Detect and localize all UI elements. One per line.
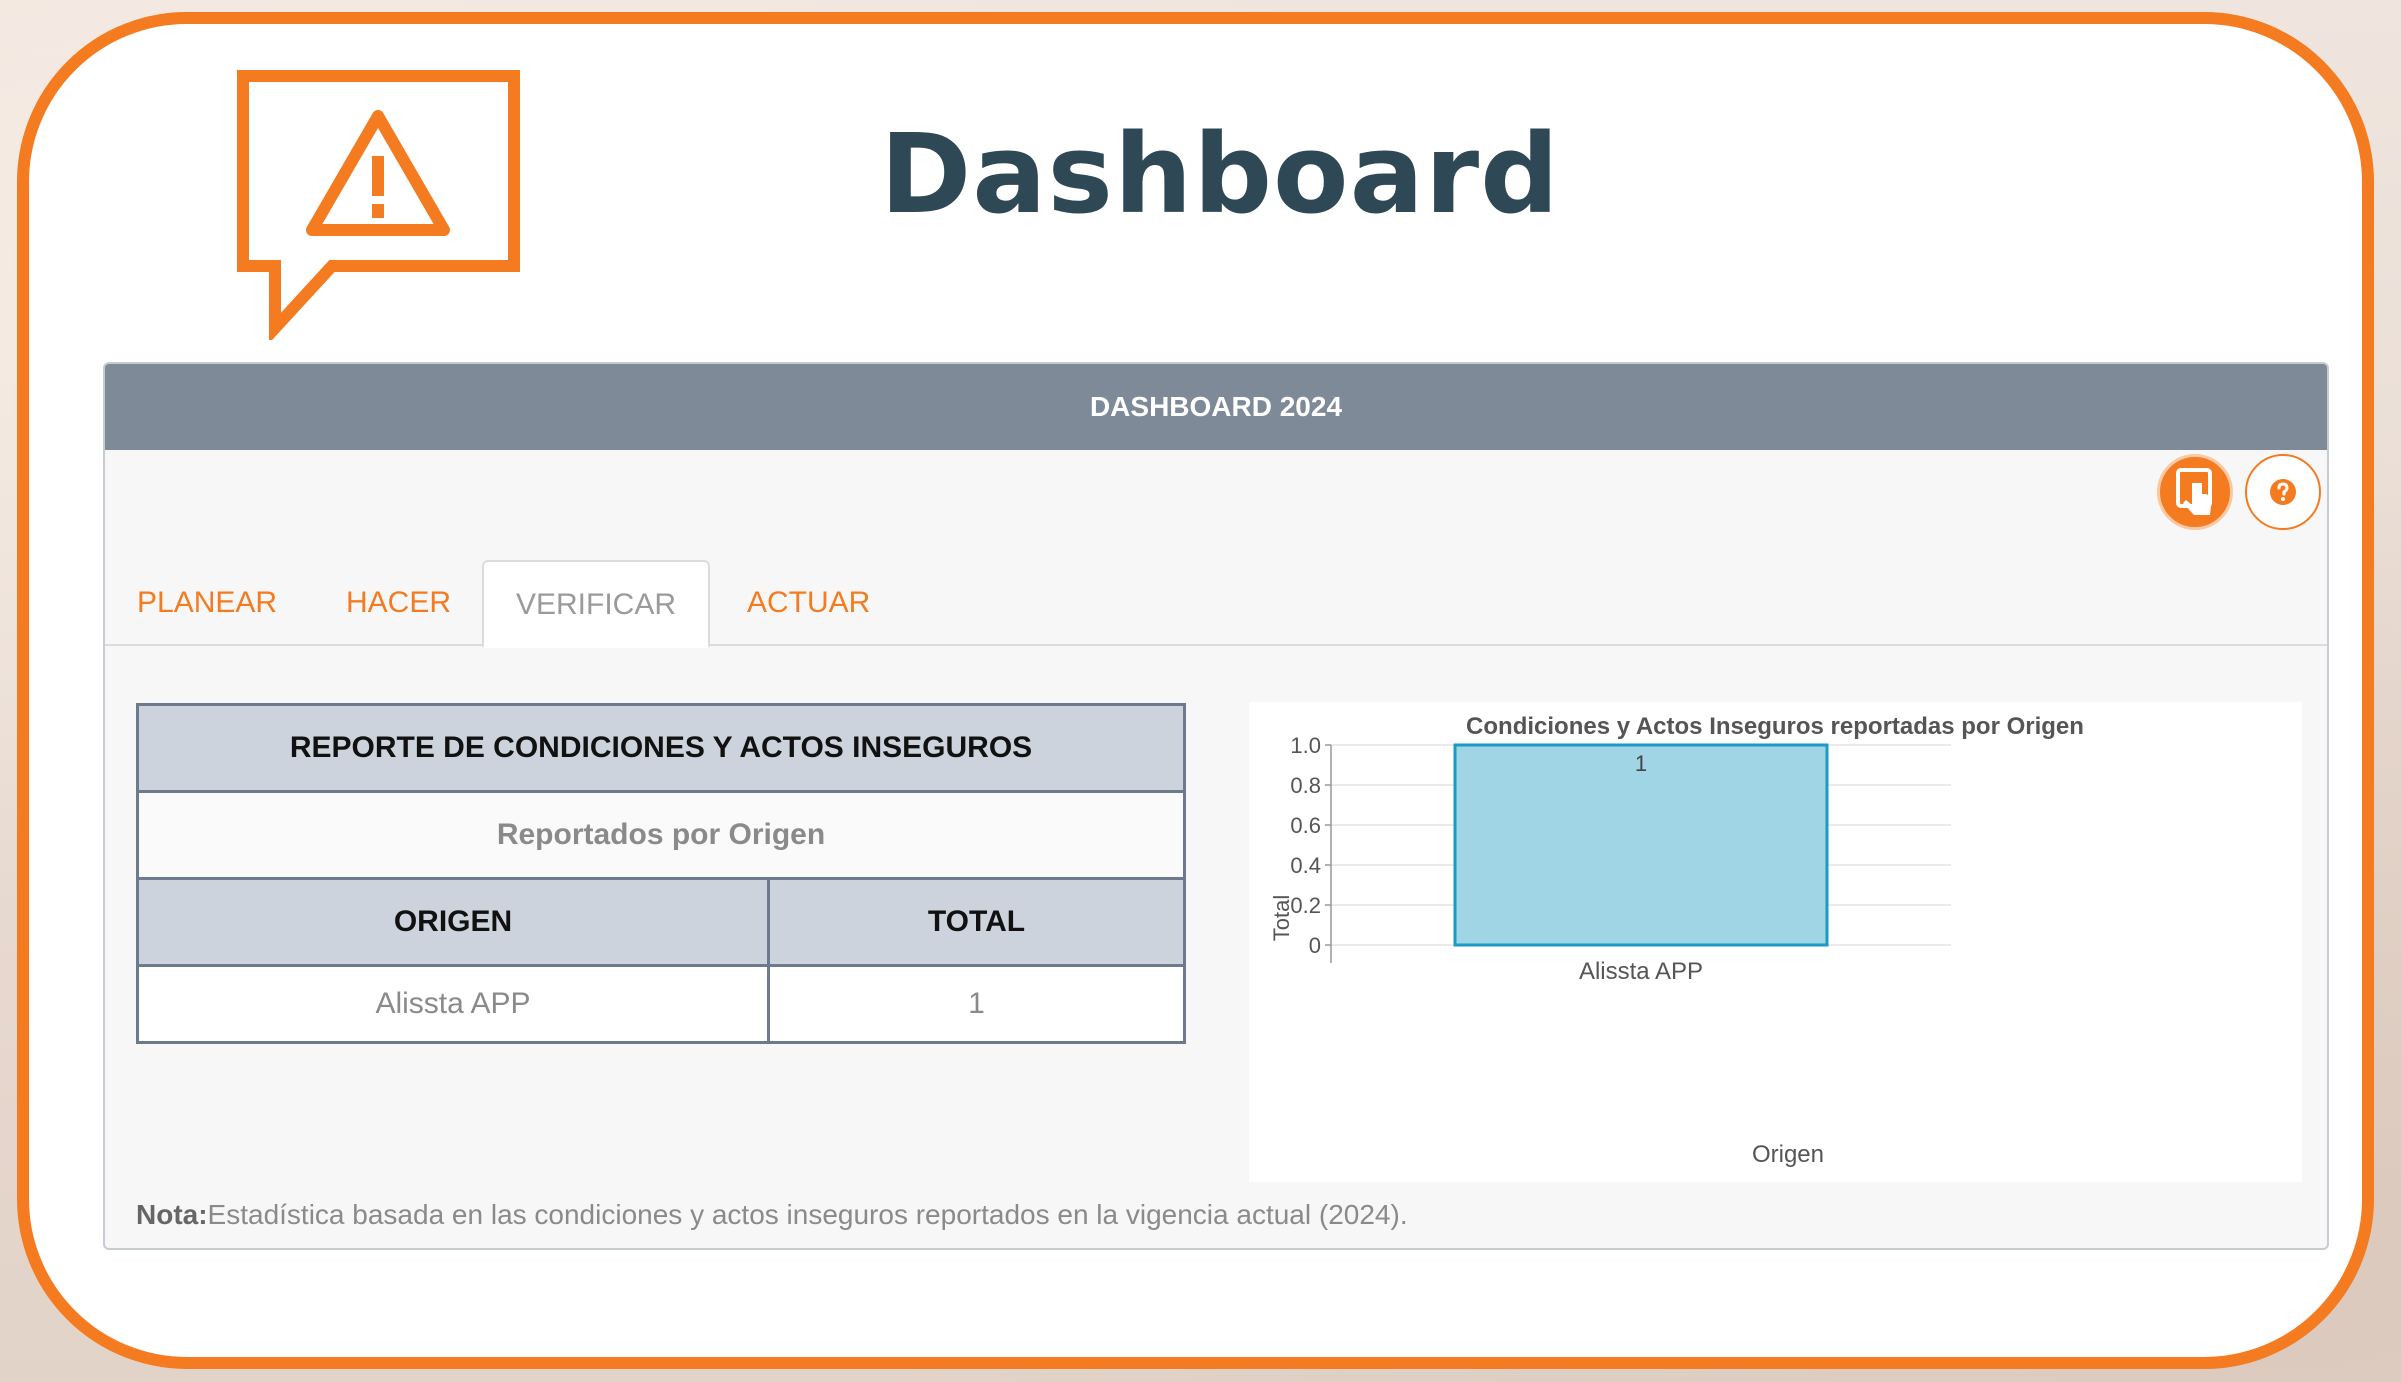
y-tick-label: 0 bbox=[1309, 933, 1321, 958]
chart-container: Condiciones y Actos Inseguros reportadas… bbox=[1249, 702, 2302, 1182]
page-title: Dashboard bbox=[880, 110, 1560, 238]
report-title: REPORTE DE CONDICIONES Y ACTOS INSEGUROS bbox=[136, 703, 1186, 793]
x-axis-label: Origen bbox=[1752, 1141, 1824, 1168]
y-tick-label: 0.6 bbox=[1290, 813, 1321, 838]
column-header-origen: ORIGEN bbox=[136, 877, 770, 967]
report-subtitle: Reportados por Origen bbox=[136, 790, 1186, 880]
table-row: Alissta APP 1 bbox=[136, 964, 1186, 1044]
touch-button[interactable] bbox=[2157, 454, 2233, 530]
tab-bar: PLANEAR HACER VERIFICAR ACTUAR bbox=[105, 560, 2327, 648]
y-tick-label: 0.4 bbox=[1290, 853, 1321, 878]
help-button[interactable] bbox=[2245, 454, 2321, 530]
note-text: Estadística basada en las condiciones y … bbox=[207, 1199, 1408, 1230]
tab-actuar[interactable]: ACTUAR bbox=[715, 560, 902, 646]
tab-verificar[interactable]: VERIFICAR bbox=[482, 560, 711, 648]
y-tick-label: 0.2 bbox=[1290, 893, 1321, 918]
y-tick-label: 0.8 bbox=[1290, 773, 1321, 798]
column-header-total: TOTAL bbox=[767, 877, 1186, 967]
warning-bubble-icon bbox=[237, 70, 520, 340]
tab-planear[interactable]: PLANEAR bbox=[105, 560, 309, 646]
footnote: Nota:Estadística basada en las condicion… bbox=[136, 1199, 1408, 1231]
chart-title: Condiciones y Actos Inseguros reportadas… bbox=[1466, 713, 2084, 740]
note-label: Nota: bbox=[136, 1199, 208, 1230]
cell-total: 1 bbox=[767, 964, 1186, 1044]
y-axis-label: Total bbox=[1269, 895, 1294, 941]
tab-hacer[interactable]: HACER bbox=[314, 560, 483, 646]
dashboard-panel: DASHBOARD 2024 PLANEAR HACER VERIFICAR A… bbox=[103, 362, 2329, 1250]
question-icon bbox=[2270, 479, 2296, 505]
y-tick-label: 1.0 bbox=[1290, 733, 1321, 758]
hand-pointer-icon bbox=[2176, 468, 2212, 515]
cell-origen: Alissta APP bbox=[136, 964, 770, 1044]
x-tick-label: Alissta APP bbox=[1579, 958, 1703, 985]
report-table: REPORTE DE CONDICIONES Y ACTOS INSEGUROS… bbox=[136, 703, 1186, 1044]
data-label: 1 bbox=[1635, 751, 1647, 776]
bar-chart: Condiciones y Actos Inseguros reportadas… bbox=[1269, 713, 2084, 1168]
panel-header: DASHBOARD 2024 bbox=[105, 364, 2327, 450]
